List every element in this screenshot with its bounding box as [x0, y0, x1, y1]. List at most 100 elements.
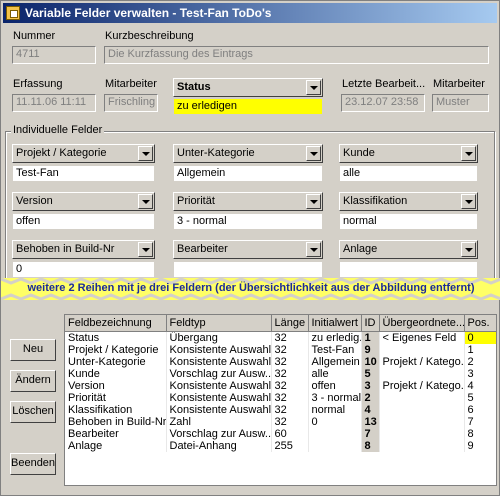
- table-cell[interactable]: 13: [361, 415, 380, 428]
- table-cell[interactable]: Konsistente Auswahl: [166, 343, 272, 356]
- table-cell[interactable]: Unter-Kategorie: [65, 355, 167, 368]
- table-cell[interactable]: Konsistente Auswahl: [166, 403, 272, 416]
- table-cell[interactable]: Priorität: [65, 391, 167, 404]
- table-cell[interactable]: [379, 403, 465, 416]
- column-header-uebergeordnet[interactable]: Übergeordnete...: [379, 315, 465, 332]
- chevron-down-icon[interactable]: [306, 146, 321, 161]
- field-value-version[interactable]: offen: [12, 213, 155, 230]
- table-cell[interactable]: [379, 415, 465, 428]
- field-combo-kunde[interactable]: Kunde: [339, 144, 478, 163]
- table-cell[interactable]: 32: [271, 403, 309, 416]
- table-cell[interactable]: Status: [65, 331, 167, 344]
- column-header-pos[interactable]: Pos.: [464, 315, 496, 332]
- table-cell[interactable]: Vorschlag zur Ausw...: [166, 367, 272, 380]
- loeschen-button[interactable]: Löschen: [10, 401, 56, 423]
- table-cell[interactable]: 3 - normal: [308, 391, 362, 404]
- table-cell[interactable]: offen: [308, 379, 362, 392]
- table-cell[interactable]: 8: [361, 439, 380, 452]
- column-header-feldtyp[interactable]: Feldtyp: [166, 315, 272, 332]
- field-combo-bearbeiter[interactable]: Bearbeiter: [173, 240, 323, 259]
- table-cell[interactable]: [379, 367, 465, 380]
- table-row[interactable]: StatusÜbergang32zu erledig...1< Eigenes …: [65, 331, 496, 344]
- table-cell[interactable]: 0: [464, 331, 496, 344]
- table-cell[interactable]: 32: [271, 367, 309, 380]
- table-cell[interactable]: [379, 391, 465, 404]
- table-cell[interactable]: [379, 427, 465, 440]
- aendern-button[interactable]: Ändern: [10, 370, 56, 392]
- column-header-initialwert[interactable]: Initialwert: [308, 315, 362, 332]
- chevron-down-icon[interactable]: [306, 242, 321, 257]
- field-combo-prioritaet[interactable]: Priorität: [173, 192, 323, 211]
- table-row[interactable]: Anlage Datei-Anhang 255 8 9: [65, 439, 496, 452]
- table-cell[interactable]: Bearbeiter: [65, 427, 167, 440]
- chevron-down-icon[interactable]: [306, 194, 321, 209]
- table-cell[interactable]: 6: [464, 403, 496, 416]
- table-cell[interactable]: Kunde: [65, 367, 167, 380]
- chevron-down-icon[interactable]: [138, 146, 153, 161]
- table-cell[interactable]: 32: [271, 355, 309, 368]
- table-cell[interactable]: Projekt / Katego...: [379, 355, 465, 368]
- table-cell[interactable]: Vorschlag zur Ausw...: [166, 427, 272, 440]
- column-header-laenge[interactable]: Länge: [271, 315, 309, 332]
- table-cell[interactable]: Konsistente Auswahl: [166, 391, 272, 404]
- neu-button[interactable]: Neu: [10, 339, 56, 361]
- table-cell[interactable]: 3: [464, 367, 496, 380]
- table-cell[interactable]: Klassifikation: [65, 403, 167, 416]
- chevron-down-icon[interactable]: [306, 80, 321, 95]
- table-row[interactable]: Behoben in Build-Nr Zahl 32 0 13 7: [65, 415, 496, 428]
- table-cell[interactable]: 32: [271, 379, 309, 392]
- table-cell[interactable]: 7: [464, 415, 496, 428]
- table-cell[interactable]: 5: [361, 367, 380, 380]
- column-header-id[interactable]: ID: [361, 315, 380, 332]
- table-row[interactable]: Projekt / Kategorie Konsistente Auswahl 32…: [65, 343, 496, 356]
- table-cell[interactable]: 0: [308, 415, 362, 428]
- table-cell[interactable]: 4: [361, 403, 380, 416]
- field-value-behoben[interactable]: 0: [12, 261, 155, 278]
- table-cell[interactable]: 4: [464, 379, 496, 392]
- chevron-down-icon[interactable]: [138, 194, 153, 209]
- field-combo-version[interactable]: Version: [12, 192, 155, 211]
- table-cell[interactable]: alle: [308, 367, 362, 380]
- table-cell[interactable]: 5: [464, 391, 496, 404]
- status-dropdown[interactable]: Status: [173, 78, 323, 97]
- table-cell[interactable]: Konsistente Auswahl: [166, 355, 272, 368]
- table-cell[interactable]: 32: [271, 391, 309, 404]
- column-header-feldbezeichnung[interactable]: Feldbezeichnung: [65, 315, 167, 332]
- field-combo-behoben[interactable]: Behoben in Build-Nr: [12, 240, 155, 259]
- field-value-unterkategorie[interactable]: Allgemein: [173, 165, 323, 182]
- table-row[interactable]: Bearbeiter Vorschlag zur Ausw... 60 7 8: [65, 427, 496, 440]
- field-value-kunde[interactable]: alle: [339, 165, 478, 182]
- chevron-down-icon[interactable]: [138, 242, 153, 257]
- table-cell[interactable]: 9: [464, 439, 496, 452]
- table-cell[interactable]: 255: [271, 439, 309, 452]
- table-cell[interactable]: [308, 427, 362, 440]
- table-row[interactable]: Kunde Vorschlag zur Ausw... 32 alle 5 3: [65, 367, 496, 380]
- table-cell[interactable]: 3: [361, 379, 380, 392]
- table-cell[interactable]: 10: [361, 355, 380, 368]
- field-value-anlage[interactable]: [339, 261, 478, 278]
- table-cell[interactable]: 8: [464, 427, 496, 440]
- table-cell[interactable]: 2: [361, 391, 380, 404]
- chevron-down-icon[interactable]: [461, 194, 476, 209]
- table-cell[interactable]: Projekt / Kategorie: [65, 343, 167, 356]
- chevron-down-icon[interactable]: [461, 146, 476, 161]
- table-cell[interactable]: 1: [361, 331, 380, 344]
- field-combo-projekt[interactable]: Projekt / Kategorie: [12, 144, 155, 163]
- table-cell[interactable]: 7: [361, 427, 380, 440]
- title-bar[interactable]: Variable Felder verwalten - Test-Fan ToD…: [3, 3, 497, 23]
- table-cell[interactable]: < Eigenes Feld: [379, 331, 465, 344]
- status-value-field[interactable]: zu erledigen: [173, 98, 323, 115]
- chevron-down-icon[interactable]: [461, 242, 476, 257]
- table-row[interactable]: Version Konsistente Auswahl 32 offen 3 Projek…: [65, 379, 496, 392]
- table-cell[interactable]: [308, 439, 362, 452]
- field-value-klassifikation[interactable]: normal: [339, 213, 478, 230]
- table-cell[interactable]: zu erledig...: [308, 331, 362, 344]
- table-cell[interactable]: 60: [271, 427, 309, 440]
- field-combo-klassifikation[interactable]: Klassifikation: [339, 192, 478, 211]
- table-cell[interactable]: 32: [271, 415, 309, 428]
- table-cell[interactable]: [379, 343, 465, 356]
- table-cell[interactable]: Behoben in Build-Nr: [65, 415, 167, 428]
- table-row[interactable]: Unter-Kategorie Konsistente Auswahl 32 Allg…: [65, 355, 496, 368]
- table-cell[interactable]: Test-Fan: [308, 343, 362, 356]
- table-cell[interactable]: Version: [65, 379, 167, 392]
